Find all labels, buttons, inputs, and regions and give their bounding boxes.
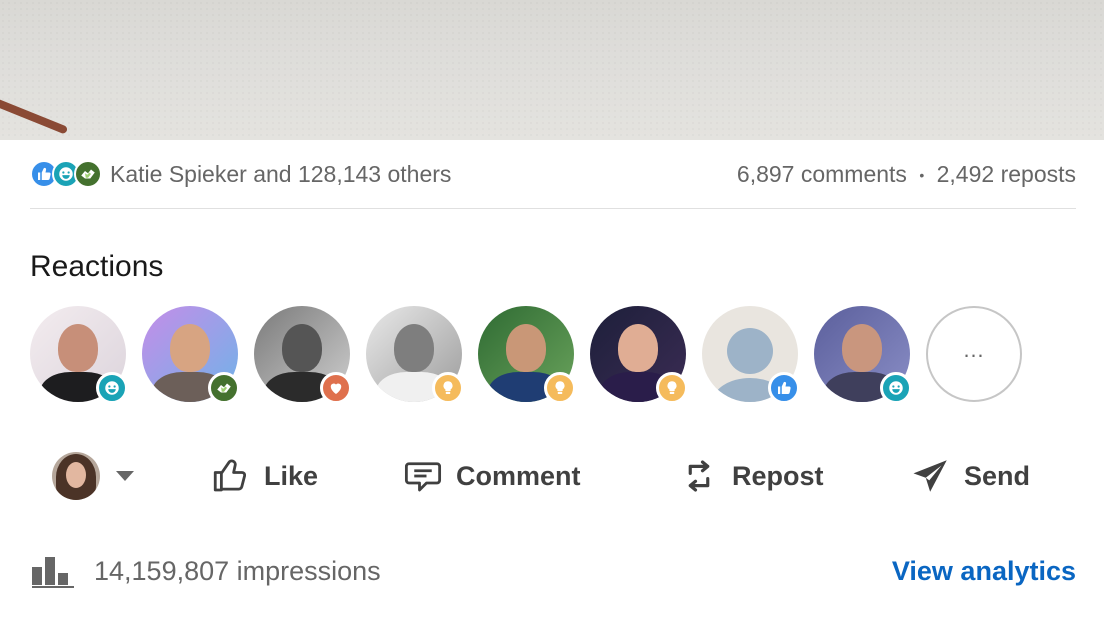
impressions-count: 14,159,807 impressions bbox=[94, 555, 381, 586]
impressions-stat: 14,159,807 impressions bbox=[30, 553, 381, 589]
support-icon bbox=[208, 372, 240, 404]
support-icon bbox=[74, 160, 102, 188]
comment-label: Comment bbox=[456, 460, 581, 491]
view-analytics-link[interactable]: View analytics bbox=[892, 556, 1076, 587]
separator: • bbox=[919, 167, 925, 184]
more-reactions-button[interactable]: … bbox=[926, 306, 1022, 402]
comments-count[interactable]: 6,897 comments bbox=[737, 161, 907, 187]
reaction-summary[interactable]: Katie Spieker and 128,143 others bbox=[30, 160, 451, 188]
reactor-avatar[interactable] bbox=[142, 306, 240, 404]
love-icon bbox=[320, 372, 352, 404]
reactor-avatar[interactable] bbox=[366, 306, 464, 404]
social-counts-bar: Katie Spieker and 128,143 others 6,897 c… bbox=[30, 152, 1076, 196]
repost-label: Repost bbox=[732, 460, 824, 491]
actor-avatar bbox=[52, 452, 100, 500]
reactor-avatar[interactable] bbox=[254, 306, 352, 404]
funny-icon bbox=[96, 372, 128, 404]
comment-button[interactable]: Comment bbox=[402, 455, 581, 497]
like-label: Like bbox=[264, 460, 319, 491]
repost-button[interactable]: Repost bbox=[678, 455, 824, 497]
like-icon bbox=[768, 372, 800, 404]
analytics-footer: 14,159,807 impressions View analytics bbox=[30, 548, 1076, 594]
divider bbox=[30, 208, 1076, 209]
insightful-icon bbox=[432, 372, 464, 404]
reactor-avatar[interactable] bbox=[814, 306, 912, 404]
reactor-avatar[interactable] bbox=[702, 306, 800, 404]
repost-icon bbox=[688, 460, 710, 492]
send-icon bbox=[913, 460, 947, 492]
reactors-text[interactable]: Katie Spieker and 128,143 others bbox=[110, 161, 451, 188]
reactor-avatar[interactable] bbox=[30, 306, 128, 404]
reactor-avatar[interactable] bbox=[590, 306, 688, 404]
send-label: Send bbox=[964, 460, 1031, 491]
reactor-avatar[interactable] bbox=[478, 306, 576, 404]
actor-switcher[interactable] bbox=[52, 452, 134, 500]
wall-texture bbox=[0, 0, 1104, 140]
insightful-icon bbox=[656, 372, 688, 404]
send-button[interactable]: Send bbox=[910, 455, 1030, 497]
like-button[interactable]: Like bbox=[210, 455, 318, 497]
reactions-heading: Reactions bbox=[30, 250, 164, 283]
chevron-down-icon bbox=[116, 471, 134, 481]
post-image[interactable] bbox=[0, 0, 1104, 140]
insightful-icon bbox=[544, 372, 576, 404]
reactor-avatar-list: … bbox=[30, 306, 1022, 404]
reposts-count[interactable]: 2,492 reposts bbox=[937, 161, 1076, 187]
thumbs-up-icon bbox=[213, 459, 247, 492]
post-actions-bar: Like Comment Repost Send bbox=[30, 446, 1076, 506]
funny-icon bbox=[880, 372, 912, 404]
bar-chart-icon bbox=[32, 557, 74, 588]
comment-icon bbox=[404, 462, 442, 492]
engagement-counts: 6,897 comments • 2,492 reposts bbox=[737, 161, 1076, 188]
